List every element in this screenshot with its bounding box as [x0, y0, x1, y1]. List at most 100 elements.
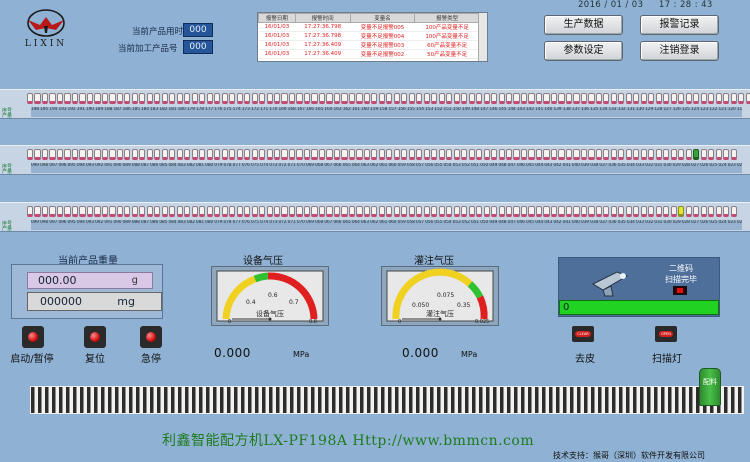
- station-slot: [715, 149, 722, 160]
- station-slot: [71, 149, 79, 160]
- station-slot: [229, 93, 236, 104]
- station-slot: [401, 149, 408, 160]
- station-slot: [453, 93, 460, 104]
- station-slot: [311, 206, 318, 217]
- support-text: 技术支持：猴哥（深圳）软件开发有限公司: [553, 451, 705, 460]
- strip-tag-output: 产量: [2, 113, 13, 119]
- conveyor-belt: [30, 386, 744, 414]
- alarm-cell: 17:27:36.409: [295, 40, 351, 50]
- station-slot: [558, 206, 565, 217]
- weight-g-unit: g: [131, 275, 138, 286]
- station-slot: [356, 93, 363, 104]
- alarm-cell: 变量不足报警003: [350, 40, 415, 50]
- station-slot: [618, 149, 625, 160]
- station-slot: [393, 149, 400, 160]
- alarm-cell: 17:27:36.798: [295, 31, 351, 41]
- station-slot: [348, 93, 356, 104]
- red-lamp-icon: [146, 332, 156, 342]
- station-slot: [244, 149, 251, 160]
- station-slot: [101, 93, 109, 104]
- station-slot: [109, 206, 116, 217]
- strip-cells: [27, 93, 750, 104]
- station-slot: [715, 93, 722, 104]
- station-slot: [468, 206, 475, 217]
- station-slot: [423, 149, 430, 160]
- station-slot: [27, 206, 34, 217]
- alarm-table[interactable]: 报警日期 报警时间 变量名 报警类型 16/01/03 17:27:36.798…: [257, 12, 488, 62]
- gauge-tick: 0.35: [457, 302, 471, 309]
- station-slot: [438, 93, 445, 104]
- logout-button[interactable]: 注销登录: [640, 41, 719, 61]
- current-count-value: 000: [183, 40, 213, 54]
- station-slot: [341, 206, 348, 217]
- gauge-equipment-unit: MPa: [293, 350, 310, 359]
- station-slot: [169, 149, 176, 160]
- alarm-cell: 17:27:36.409: [295, 49, 351, 59]
- parameter-settings-button[interactable]: 参数设定: [544, 41, 623, 61]
- station-slot: [116, 93, 123, 104]
- station-slot: [288, 149, 296, 160]
- station-slot: [476, 93, 483, 104]
- station-slot: [408, 149, 415, 160]
- station-slot: [446, 149, 453, 160]
- station-slot: [513, 93, 520, 104]
- alarm-records-button[interactable]: 报警记录: [640, 15, 719, 35]
- scan-lamp-button[interactable]: OPEN: [655, 326, 677, 342]
- station-slot: [371, 206, 378, 217]
- station-slot: [184, 149, 191, 160]
- station-slot: [393, 93, 400, 104]
- station-slot: [288, 206, 296, 217]
- station-slot: [326, 93, 333, 104]
- station-slot: [116, 149, 123, 160]
- alarm-cell: 变量不足报警005: [350, 22, 415, 32]
- reset-button[interactable]: [84, 326, 106, 348]
- gauge-filling: 0.050 0.075 0.35 0 0.025 灌注气压: [381, 266, 499, 326]
- table-row[interactable]: 16/01/03 17:27:36.798 变量不足报警004 100产品变量不…: [258, 31, 480, 41]
- station-slot: [79, 206, 86, 217]
- station-slot: [146, 93, 153, 104]
- station-slot: [633, 149, 640, 160]
- gauge-equipment-value: 0.000: [214, 346, 251, 360]
- reset-label: 复位: [85, 354, 105, 365]
- start-pause-button[interactable]: [22, 326, 44, 348]
- station-slot: [506, 93, 513, 104]
- station-slot: [550, 206, 558, 217]
- table-row[interactable]: 16/01/03 17:27:36.409 变量不足报警002 50产品变量不足: [258, 49, 480, 59]
- station-slot: [154, 149, 161, 160]
- footer-title: 利鑫智能配方机LX-PF198A Http://www.bmmcn.com: [162, 433, 535, 449]
- station-slot: [588, 93, 595, 104]
- station-slot: [685, 149, 692, 160]
- station-slot: [468, 149, 475, 160]
- station-slot: [513, 149, 520, 160]
- scan-result-field: 0: [559, 300, 719, 315]
- feed-button[interactable]: 配料: [699, 368, 721, 406]
- station-slot: [169, 93, 176, 104]
- station-slot: [199, 149, 206, 160]
- peel-button[interactable]: CLEAR: [572, 326, 594, 342]
- table-row[interactable]: 16/01/03 17:27:36.409 变量不足报警003 60产品变量不足: [258, 40, 480, 50]
- production-data-button[interactable]: 生产数据: [544, 15, 623, 35]
- scanner-title: 二维码: [669, 264, 693, 273]
- strip-tag-output: 产量: [2, 226, 13, 232]
- station-slot: [423, 206, 430, 217]
- station-slot: [206, 93, 213, 104]
- station-slot: [266, 149, 273, 160]
- station-slot: [86, 93, 94, 104]
- station-slot: [326, 149, 333, 160]
- station-strip-1: 序号 产量 198 195 194 193 192 191 190 189 18…: [0, 89, 750, 119]
- table-row[interactable]: 16/01/03 17:27:36.798 变量不足报警005 100产品变量不…: [258, 22, 480, 32]
- station-slot: [543, 149, 550, 160]
- station-slot: [580, 93, 588, 104]
- station-slot: [236, 93, 243, 104]
- station-slot: [580, 149, 588, 160]
- station-slot: [206, 149, 213, 160]
- station-slot: [101, 149, 109, 160]
- station-slot: [506, 149, 513, 160]
- station-slot: [483, 149, 490, 160]
- start-pause-label: 启动/暂停: [10, 354, 54, 365]
- station-slot: [161, 206, 168, 217]
- station-slot: [640, 93, 647, 104]
- emergency-stop-button[interactable]: [140, 326, 162, 348]
- station-slot: [131, 149, 138, 160]
- alarm-scrollbar[interactable]: [478, 13, 487, 61]
